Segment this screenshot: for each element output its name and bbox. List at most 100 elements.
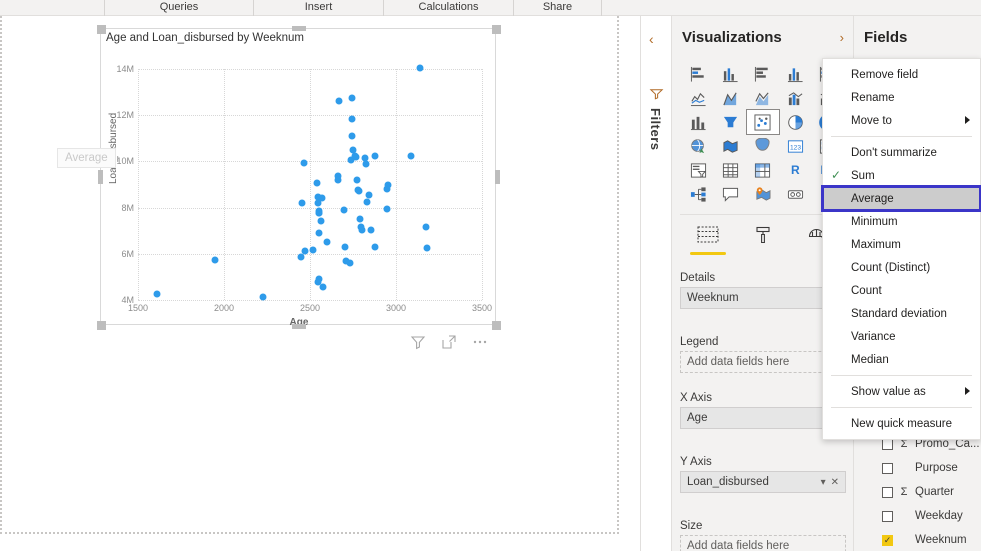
- scatter-point[interactable]: [366, 191, 373, 198]
- scatter-point[interactable]: [315, 210, 322, 217]
- menu-item-remove-field[interactable]: Remove field: [823, 63, 980, 86]
- scatter-point[interactable]: [354, 176, 361, 183]
- arcgis-map-icon[interactable]: [747, 182, 779, 206]
- fields-list[interactable]: ΣPromo_Ca...ΣPurposeΣQuarterΣWeekdayΣWee…: [854, 432, 981, 551]
- resize-handle-bottom-left[interactable]: [97, 321, 106, 330]
- focus-mode-icon[interactable]: [441, 334, 457, 350]
- ribbon-group-share[interactable]: Share: [514, 0, 602, 16]
- scatter-chart-visual[interactable]: Age and Loan_disbursed by Weeknum Loan_d…: [100, 28, 496, 325]
- stacked-area-chart-icon[interactable]: [747, 86, 779, 110]
- scatter-point[interactable]: [319, 284, 326, 291]
- matrix-icon[interactable]: [747, 158, 779, 182]
- scatter-point[interactable]: [341, 206, 348, 213]
- scatter-point[interactable]: [349, 132, 356, 139]
- scatter-point[interactable]: [301, 248, 308, 255]
- scatter-point[interactable]: [259, 293, 266, 300]
- scatter-point[interactable]: [417, 64, 424, 71]
- line-stacked-column-chart-icon[interactable]: [779, 86, 811, 110]
- menu-item-average[interactable]: Average: [823, 187, 980, 210]
- scatter-point[interactable]: [362, 160, 369, 167]
- card-icon[interactable]: 123: [779, 134, 811, 158]
- menu-item-median[interactable]: Median: [823, 348, 980, 371]
- menu-item-show-value-as[interactable]: Show value as: [823, 380, 980, 403]
- well-dropzone[interactable]: Add data fields here: [680, 535, 846, 551]
- resize-handle-top-right[interactable]: [492, 25, 501, 34]
- scatter-point[interactable]: [408, 152, 415, 159]
- clustered-column-chart-icon[interactable]: [779, 62, 811, 86]
- map-icon[interactable]: [682, 134, 714, 158]
- menu-item-don-t-summarize[interactable]: Don't summarize: [823, 141, 980, 164]
- scatter-point[interactable]: [356, 216, 363, 223]
- filters-pane-collapsed[interactable]: ‹ Filters: [640, 16, 672, 551]
- menu-item-variance[interactable]: Variance: [823, 325, 980, 348]
- scatter-point[interactable]: [358, 226, 365, 233]
- field-checkbox[interactable]: [882, 487, 893, 498]
- menu-item-standard-deviation[interactable]: Standard deviation: [823, 302, 980, 325]
- scatter-point[interactable]: [383, 205, 390, 212]
- scatter-plot-area[interactable]: 4M6M8M10M12M14M15002000250030003500: [138, 69, 482, 300]
- scatter-point[interactable]: [212, 256, 219, 263]
- scatter-point[interactable]: [423, 224, 430, 231]
- ribbon-group-insert[interactable]: Insert: [254, 0, 384, 16]
- scatter-point[interactable]: [300, 159, 307, 166]
- scatter-point[interactable]: [319, 195, 326, 202]
- field-context-menu[interactable]: Remove fieldRenameMove to Don't summarize…: [822, 58, 981, 440]
- menu-item-minimum[interactable]: Minimum: [823, 210, 980, 233]
- field-checkbox[interactable]: [882, 535, 893, 546]
- menu-item-move-to[interactable]: Move to: [823, 109, 980, 132]
- expand-visualizations-chevron-icon[interactable]: ›: [840, 30, 844, 45]
- decomposition-tree-icon[interactable]: [682, 182, 714, 206]
- slicer-icon[interactable]: [682, 158, 714, 182]
- key-influencers-icon[interactable]: [779, 182, 811, 206]
- chevron-down-icon[interactable]: ▾: [821, 477, 826, 488]
- scatter-point[interactable]: [318, 218, 325, 225]
- area-chart-icon[interactable]: [714, 86, 746, 110]
- scatter-point[interactable]: [342, 243, 349, 250]
- scatter-point[interactable]: [349, 94, 356, 101]
- scatter-point[interactable]: [423, 245, 430, 252]
- resize-handle-bottom-center[interactable]: [292, 324, 306, 329]
- resize-handle-left-center[interactable]: [98, 170, 103, 184]
- menu-item-rename[interactable]: Rename: [823, 86, 980, 109]
- scatter-point[interactable]: [299, 199, 306, 206]
- fields-tab[interactable]: [680, 222, 735, 270]
- field-checkbox[interactable]: [882, 439, 893, 450]
- menu-item-count-distinct[interactable]: Count (Distinct): [823, 256, 980, 279]
- visualization-type-grid[interactable]: 123RPy: [682, 62, 844, 206]
- scatter-point[interactable]: [316, 230, 323, 237]
- report-canvas[interactable]: Age and Loan_disbursed by Weeknum Loan_d…: [0, 16, 640, 551]
- scatter-point[interactable]: [336, 98, 343, 105]
- field-checkbox[interactable]: [882, 463, 893, 474]
- filter-icon[interactable]: [410, 334, 426, 350]
- scatter-point[interactable]: [385, 181, 392, 188]
- resize-handle-top-left[interactable]: [97, 25, 106, 34]
- field-list-item[interactable]: ΣWeeknum: [854, 528, 981, 551]
- scatter-chart-icon[interactable]: [747, 110, 779, 134]
- scatter-point[interactable]: [356, 188, 363, 195]
- line-chart-icon[interactable]: [682, 86, 714, 110]
- stacked-column-chart-icon[interactable]: [714, 62, 746, 86]
- collapse-filters-chevron-icon[interactable]: ‹: [649, 32, 654, 46]
- field-list-item[interactable]: ΣPurpose: [854, 456, 981, 480]
- pie-chart-icon[interactable]: [779, 110, 811, 134]
- scatter-point[interactable]: [310, 247, 317, 254]
- field-list-item[interactable]: ΣWeekday: [854, 504, 981, 528]
- stacked-bar-chart-icon[interactable]: [682, 62, 714, 86]
- format-tab[interactable]: [735, 222, 790, 270]
- remove-field-icon[interactable]: ✕: [831, 477, 839, 488]
- resize-handle-bottom-right[interactable]: [492, 321, 501, 330]
- ribbon-group-queries[interactable]: Queries: [104, 0, 254, 16]
- menu-item-sum[interactable]: ✓Sum: [823, 164, 980, 187]
- well-dropzone[interactable]: Loan_disbursed▾✕: [680, 471, 846, 493]
- scatter-point[interactable]: [353, 153, 360, 160]
- clustered-bar-chart-icon[interactable]: [747, 62, 779, 86]
- menu-item-count[interactable]: Count: [823, 279, 980, 302]
- scatter-point[interactable]: [313, 180, 320, 187]
- resize-handle-top-center[interactable]: [292, 26, 306, 31]
- scatter-point[interactable]: [368, 226, 375, 233]
- field-list-item[interactable]: ΣQuarter: [854, 480, 981, 504]
- scatter-point[interactable]: [346, 260, 353, 267]
- scatter-point[interactable]: [324, 239, 331, 246]
- filled-map-icon[interactable]: [714, 134, 746, 158]
- resize-handle-right-center[interactable]: [495, 170, 500, 184]
